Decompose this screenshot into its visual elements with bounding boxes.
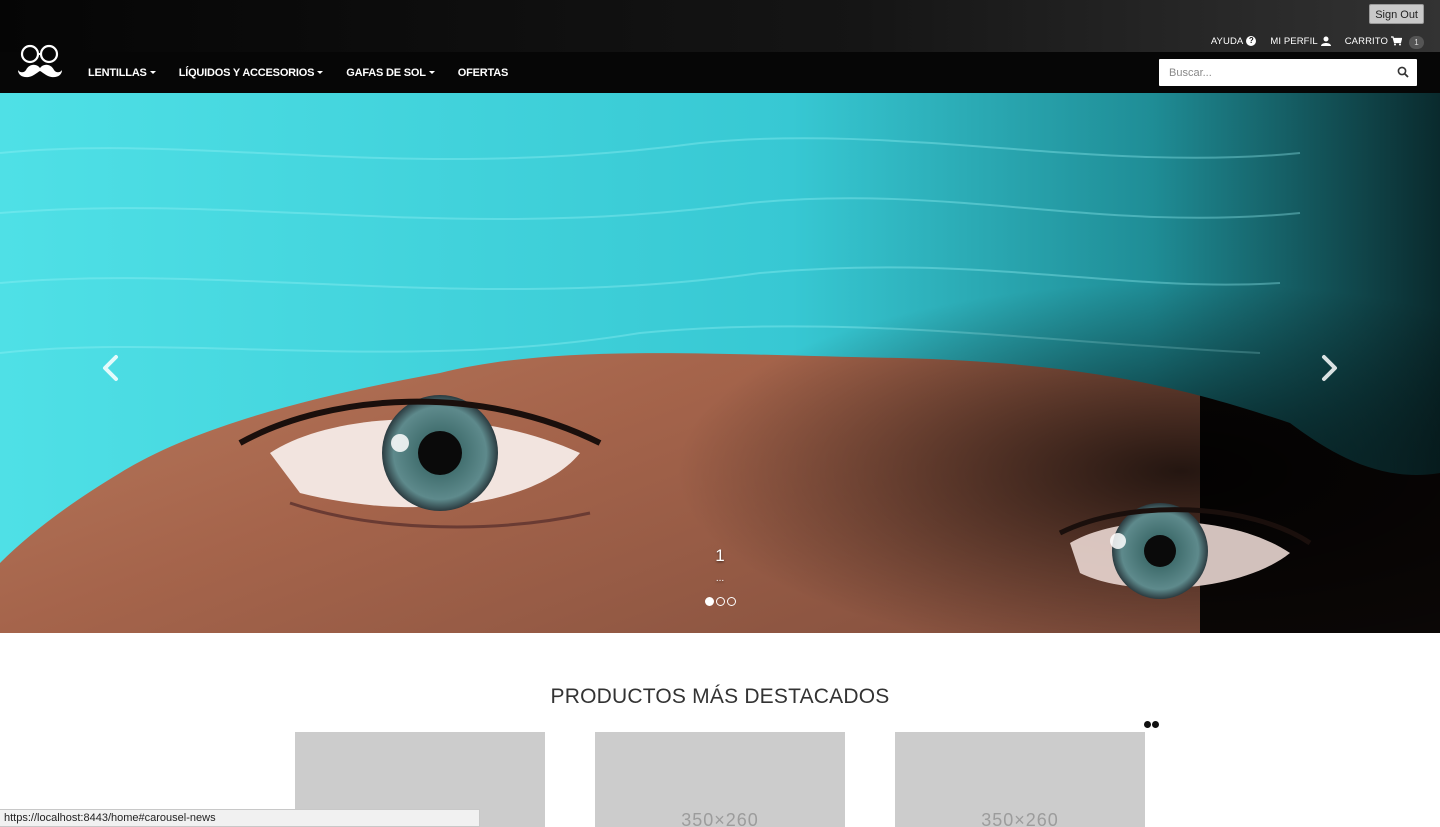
help-label: AYUDA <box>1210 35 1244 47</box>
carousel-indicator[interactable] <box>726 597 736 606</box>
caret-down-icon <box>428 71 435 75</box>
nav-item-label: OFERTAS <box>457 66 509 79</box>
question-icon: ? <box>1246 36 1257 46</box>
nav-item-ofertas[interactable]: OFERTAS <box>457 66 509 79</box>
carousel-next-arrow-icon[interactable] <box>1316 353 1342 383</box>
carousel-indicator[interactable] <box>1152 721 1159 728</box>
main-navbar: LENTILLAS LÍQUIDOS Y ACCESORIOS GAFAS DE… <box>0 44 1440 93</box>
profile-label: MI PERFIL <box>1270 35 1318 47</box>
product-card[interactable]: 350×260 <box>595 732 845 827</box>
sign-out-button[interactable]: Sign Out <box>1369 4 1424 24</box>
hero-carousel: 1 ... <box>0 93 1440 633</box>
cart-icon <box>1391 36 1402 46</box>
nav-item-label: GAFAS DE SOL <box>346 66 426 79</box>
profile-link[interactable]: MI PERFIL <box>1270 35 1331 47</box>
cart-label: CARRITO <box>1344 35 1388 47</box>
glasses-mustache-logo[interactable] <box>16 42 64 82</box>
product-carousel-indicators[interactable] <box>1144 721 1159 728</box>
search-input[interactable] <box>1159 59 1417 86</box>
nav-item-label: LENTILLAS <box>88 66 147 79</box>
utility-links: AYUDA ? MI PERFIL CARRITO 1 <box>1211 33 1424 49</box>
caret-down-icon <box>317 71 324 75</box>
carousel-indicator[interactable] <box>704 597 714 606</box>
top-utility-bar: Sign Out AYUDA ? MI PERFIL CARRITO 1 <box>0 0 1440 52</box>
carousel-caption-text: ... <box>715 573 725 584</box>
carousel-prev-arrow-icon[interactable] <box>98 353 124 383</box>
help-link[interactable]: AYUDA ? <box>1211 36 1257 47</box>
image-placeholder-label: 350×260 <box>681 810 759 827</box>
nav-item-lentillas[interactable]: LENTILLAS <box>88 67 156 79</box>
carousel-indicators <box>0 597 1440 606</box>
cart-count-badge: 1 <box>1409 36 1424 49</box>
user-icon <box>1320 36 1331 46</box>
caret-down-icon <box>149 71 156 75</box>
featured-section-title: PRODUCTOS MÁS DESTACADOS <box>550 685 890 708</box>
nav-item-gafas[interactable]: GAFAS DE SOL <box>346 67 435 79</box>
carousel-caption-title: 1 <box>715 546 725 565</box>
cart-link[interactable]: CARRITO 1 <box>1345 33 1424 49</box>
search-icon[interactable] <box>1397 66 1409 78</box>
browser-status-bar: https://localhost:8443/home#carousel-new… <box>0 809 480 827</box>
nav-item-liquidos[interactable]: LÍQUIDOS Y ACCESORIOS <box>179 67 324 79</box>
nav-links: LENTILLAS LÍQUIDOS Y ACCESORIOS GAFAS DE… <box>88 52 508 93</box>
carousel-indicator[interactable] <box>1144 721 1151 728</box>
search-box <box>1159 59 1417 86</box>
image-placeholder-label: 350×260 <box>981 810 1059 827</box>
carousel-indicator[interactable] <box>715 597 725 606</box>
nav-item-label: LÍQUIDOS Y ACCESORIOS <box>178 66 315 79</box>
product-card[interactable]: 350×260 <box>895 732 1145 827</box>
